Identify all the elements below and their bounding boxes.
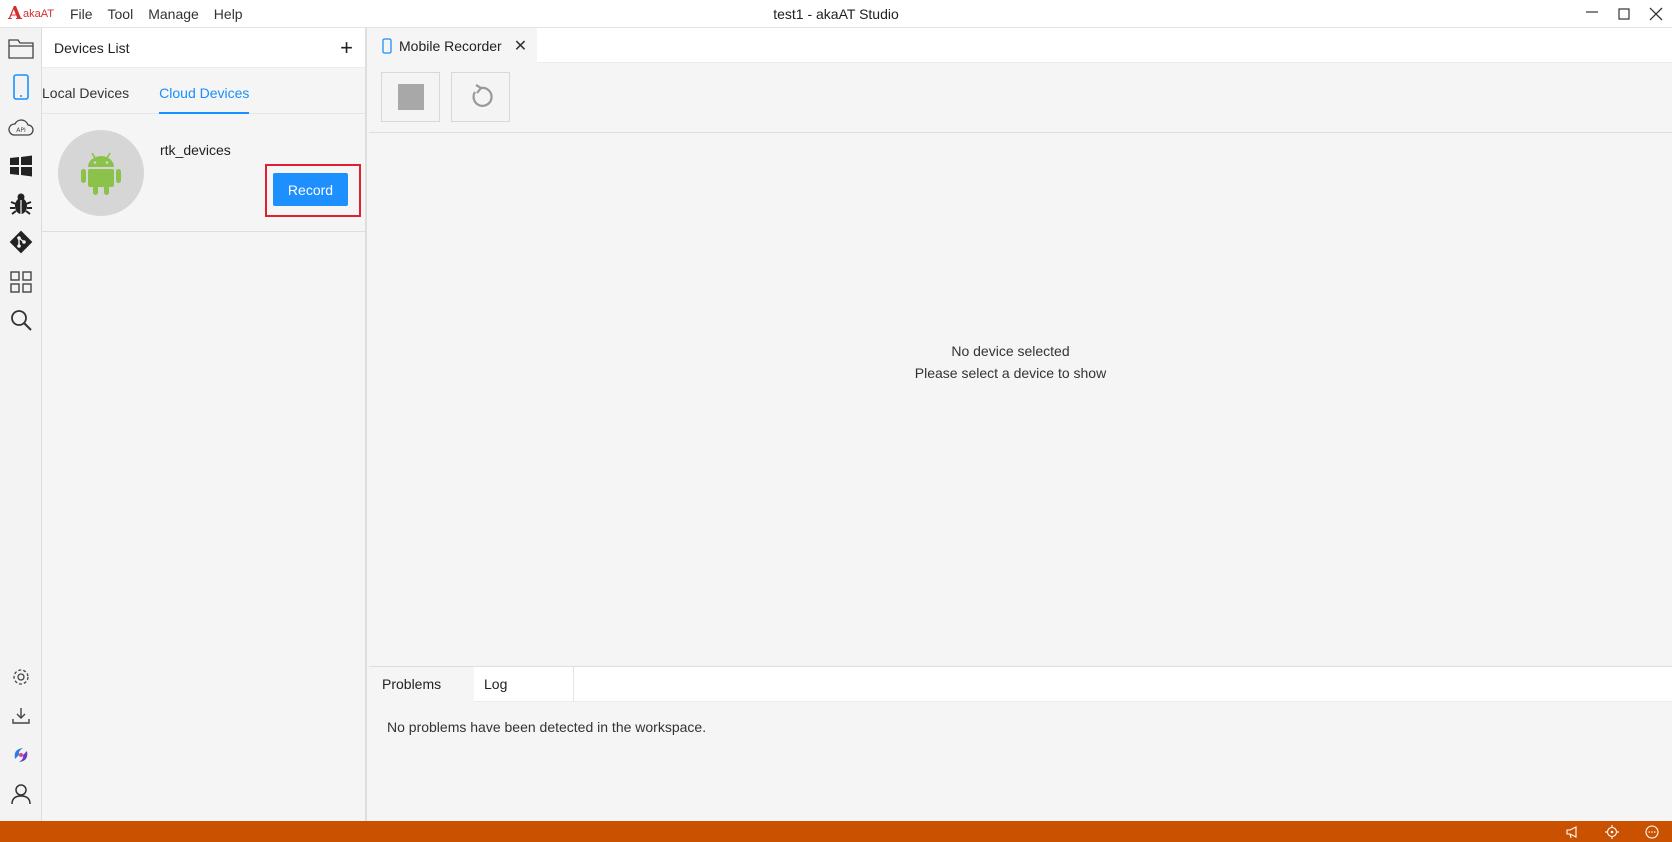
menu-tool[interactable]: Tool	[102, 6, 143, 22]
refresh-button[interactable]	[451, 72, 510, 122]
tab-log[interactable]: Log	[474, 667, 574, 702]
stop-button[interactable]	[381, 72, 440, 122]
mobile-device-icon	[382, 37, 392, 54]
brand-swirl-icon[interactable]	[0, 737, 42, 773]
app-logo: A akaAT	[8, 0, 54, 28]
maximize-button[interactable]	[1608, 0, 1640, 28]
device-name: rtk_devices	[160, 142, 231, 158]
api-cloud-icon[interactable]: API	[0, 110, 42, 146]
record-button[interactable]: Record	[273, 173, 348, 206]
empty-title: No device selected	[951, 343, 1070, 359]
device-card[interactable]: rtk_devices Record	[42, 114, 365, 232]
bottom-panel: Problems Log No problems have been detec…	[369, 666, 1672, 821]
windows-icon[interactable]	[0, 148, 42, 184]
explorer-icon[interactable]	[0, 30, 42, 66]
mobile-device-icon[interactable]	[0, 70, 42, 106]
empty-subtitle: Please select a device to show	[914, 365, 1107, 381]
editor-tab-bar: Mobile Recorder ✕	[369, 28, 1672, 63]
status-bar	[0, 821, 1672, 842]
devices-panel: Devices List + Local Devices Cloud Devic…	[42, 28, 367, 821]
window-controls	[1576, 0, 1672, 28]
tab-cloud-devices[interactable]: Cloud Devices	[159, 85, 250, 114]
extensions-grid-icon[interactable]	[0, 264, 42, 300]
android-icon	[81, 152, 121, 195]
problems-message: No problems have been detected in the wo…	[387, 719, 707, 735]
account-icon[interactable]	[0, 776, 42, 812]
logo-mark-icon: A	[8, 2, 22, 24]
debug-bug-icon[interactable]	[0, 186, 42, 222]
recorder-toolbar	[369, 63, 1672, 133]
devices-panel-header: Devices List +	[42, 28, 365, 68]
git-icon[interactable]	[0, 224, 42, 260]
download-icon[interactable]	[0, 698, 42, 734]
bottom-panel-tabs: Problems Log	[369, 667, 1672, 702]
refresh-icon	[471, 84, 493, 107]
close-icon	[1649, 7, 1663, 21]
tab-label: Mobile Recorder	[399, 37, 502, 54]
tab-local-devices[interactable]: Local Devices	[42, 85, 129, 113]
minimize-icon	[1586, 11, 1598, 13]
device-avatar	[58, 130, 144, 216]
tab-problems[interactable]: Problems	[369, 667, 474, 702]
maximize-icon	[1618, 8, 1630, 20]
logo-text: akaAT	[22, 7, 54, 20]
tab-mobile-recorder[interactable]: Mobile Recorder ✕	[369, 28, 537, 63]
minimize-button[interactable]	[1576, 0, 1608, 28]
device-canvas: No device selected Please select a devic…	[369, 134, 1672, 665]
add-device-button[interactable]: +	[340, 36, 353, 59]
title-bar: A akaAT File Tool Manage Help test1 - ak…	[0, 0, 1672, 28]
broadcast-icon[interactable]	[1552, 821, 1592, 842]
settings-gear-icon[interactable]	[0, 659, 42, 695]
menu-help[interactable]: Help	[208, 6, 252, 22]
svg-text:API: API	[16, 127, 26, 134]
devices-tabs: Local Devices Cloud Devices	[42, 68, 365, 114]
close-window-button[interactable]	[1640, 0, 1672, 28]
menu-bar: File Tool Manage Help	[64, 6, 252, 22]
devices-list-title: Devices List	[54, 39, 130, 56]
close-tab-icon[interactable]: ✕	[514, 36, 527, 56]
stop-icon	[397, 84, 424, 110]
target-icon[interactable]	[1592, 821, 1632, 842]
menu-manage[interactable]: Manage	[142, 6, 208, 22]
chat-icon[interactable]	[1632, 821, 1672, 842]
main-area: Mobile Recorder ✕ No device selected Ple…	[369, 28, 1672, 821]
activity-bar: API	[0, 28, 42, 821]
search-icon[interactable]	[0, 302, 42, 338]
menu-file[interactable]: File	[64, 6, 102, 22]
